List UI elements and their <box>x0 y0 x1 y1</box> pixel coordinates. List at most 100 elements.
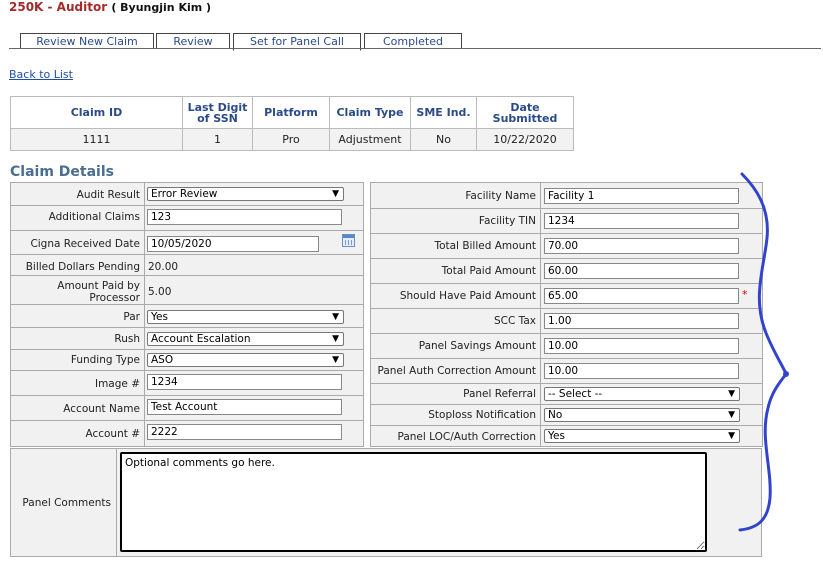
row-divider <box>371 208 762 209</box>
row-divider <box>11 304 363 305</box>
panel-comments-textarea[interactable]: Optional comments go here. <box>120 452 707 552</box>
app-title: 250K - Auditor <box>9 0 108 14</box>
total-paid-amount-label: Total Paid Amount <box>441 265 536 277</box>
row-divider <box>371 283 762 284</box>
funding-type-select[interactable]: ASO ▼ <box>147 353 344 367</box>
row-divider <box>371 258 762 259</box>
audit-result-select[interactable]: Error Review ▼ <box>147 187 344 201</box>
ssn-digit-cell: 1 <box>182 128 253 151</box>
funding-type-label: Funding Type <box>70 354 140 366</box>
tab-review[interactable]: Review <box>156 33 230 49</box>
should-have-paid-amount-input[interactable] <box>544 288 739 304</box>
image-number-input[interactable] <box>147 374 342 390</box>
user-name: ( Byungjin Kim ) <box>111 1 212 14</box>
panel-comments-label: Panel Comments <box>22 497 111 509</box>
back-to-list-link[interactable]: Back to List <box>9 68 73 81</box>
row-divider <box>371 425 762 426</box>
account-number-label: Account # <box>85 428 140 440</box>
row-divider <box>11 327 363 328</box>
billed-dollars-pending-value: 20.00 <box>148 261 179 273</box>
panel-referral-label: Panel Referral <box>463 388 536 400</box>
amount-paid-by-processor-value: 5.00 <box>148 286 172 298</box>
date-submitted-cell: 10/22/2020 <box>476 128 574 151</box>
page-title: 250K - Auditor ( Byungjin Kim ) <box>9 0 211 14</box>
scc-tax-label: SCC Tax <box>494 315 536 327</box>
panel-loc-auth-correction-value: Yes <box>548 430 565 442</box>
stoploss-notification-value: No <box>548 409 563 421</box>
total-billed-amount-label: Total Billed Amount <box>434 240 536 252</box>
panel-referral-select[interactable]: -- Select -- ▼ <box>544 387 740 401</box>
facility-name-input[interactable] <box>544 188 739 204</box>
row-divider <box>371 233 762 234</box>
panel-savings-amount-input[interactable] <box>544 338 739 354</box>
column-header: Claim Type <box>329 96 411 129</box>
platform-cell: Pro <box>252 128 330 151</box>
section-title: Claim Details <box>10 164 114 180</box>
panel-loc-auth-correction-select[interactable]: Yes ▼ <box>544 429 740 443</box>
table-header-row: Claim ID Last Digit of SSN Platform Clai… <box>10 96 574 129</box>
row-divider <box>11 254 363 255</box>
panel-auth-correction-amount-input[interactable] <box>544 363 739 379</box>
additional-claims-input[interactable] <box>147 209 342 225</box>
row-divider <box>371 404 762 405</box>
chevron-down-icon: ▼ <box>332 312 339 322</box>
account-name-input[interactable] <box>147 399 342 415</box>
par-select[interactable]: Yes ▼ <box>147 310 344 324</box>
column-header: Platform <box>252 96 330 129</box>
chevron-down-icon: ▼ <box>332 355 339 365</box>
image-number-label: Image # <box>94 378 140 390</box>
cigna-received-date-label: Cigna Received Date <box>30 238 140 250</box>
calendar-icon[interactable] <box>342 234 355 247</box>
panel-referral-value: -- Select -- <box>548 388 603 400</box>
column-header: Last Digit of SSN <box>182 96 253 129</box>
column-header: Date Submitted <box>476 96 574 129</box>
tab-completed[interactable]: Completed <box>364 33 462 49</box>
row-divider <box>11 205 363 206</box>
panel-loc-auth-correction-label: Panel LOC/Auth Correction <box>397 431 536 443</box>
row-divider <box>371 358 762 359</box>
claim-summary-table: Claim ID Last Digit of SSN Platform Clai… <box>10 96 574 151</box>
row-divider <box>11 395 363 396</box>
stoploss-notification-label: Stoploss Notification <box>428 409 536 421</box>
tab-divider <box>9 48 821 49</box>
column-header: Claim ID <box>10 96 183 129</box>
row-divider <box>11 370 363 371</box>
stoploss-notification-select[interactable]: No ▼ <box>544 408 740 422</box>
table-row: 1111 1 Pro Adjustment No 10/22/2020 <box>10 128 574 151</box>
additional-claims-label: Additional Claims <box>48 211 140 223</box>
facility-tin-input[interactable] <box>544 213 739 229</box>
scc-tax-input[interactable] <box>544 313 739 329</box>
panel-auth-correction-amount-label: Panel Auth Correction Amount <box>377 365 536 377</box>
par-value: Yes <box>151 311 168 323</box>
chevron-down-icon: ▼ <box>332 334 339 344</box>
row-divider <box>11 230 363 231</box>
account-number-input[interactable] <box>147 424 342 440</box>
row-divider <box>11 420 363 421</box>
row-divider <box>11 275 363 276</box>
chevron-down-icon: ▼ <box>332 189 339 199</box>
funding-type-value: ASO <box>151 354 174 366</box>
audit-result-label: Audit Result <box>76 189 140 201</box>
row-divider <box>11 349 363 350</box>
hand-drawn-brace-annotation <box>738 172 789 532</box>
cigna-received-date-input[interactable] <box>147 236 319 252</box>
rush-label: Rush <box>114 333 140 345</box>
claim-details-left-panel: Audit Result Error Review ▼ Additional Cl… <box>10 182 364 447</box>
sme-ind-cell: No <box>410 128 477 151</box>
panel-savings-amount-label: Panel Savings Amount <box>418 340 536 352</box>
claim-type-cell: Adjustment <box>329 128 411 151</box>
column-divider <box>144 183 145 446</box>
facility-name-label: Facility Name <box>465 190 536 202</box>
row-divider <box>371 333 762 334</box>
account-name-label: Account Name <box>63 403 140 415</box>
amount-paid-by-processor-label: Amount Paid by Processor <box>57 280 140 304</box>
audit-result-value: Error Review <box>151 188 218 200</box>
panel-comments-row: Panel Comments Optional comments go here… <box>10 448 762 557</box>
column-divider <box>116 449 117 556</box>
tab-review-new-claim[interactable]: Review New Claim <box>20 33 154 49</box>
total-paid-amount-input[interactable] <box>544 263 739 279</box>
rush-select[interactable]: Account Escalation ▼ <box>147 332 344 346</box>
column-divider <box>540 183 541 446</box>
row-divider <box>371 383 762 384</box>
total-billed-amount-input[interactable] <box>544 238 739 254</box>
